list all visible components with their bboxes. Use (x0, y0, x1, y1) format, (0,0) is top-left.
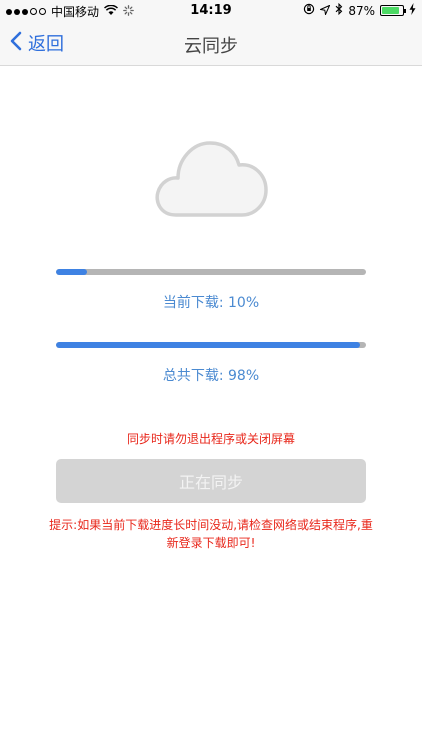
status-right: 87% (303, 2, 416, 18)
sync-warning-text: 同步时请勿退出程序或关闭屏幕 (126, 432, 295, 446)
total-download-progress-fill (56, 342, 360, 348)
status-bar: 中国移动 14:19 87% (0, 0, 422, 22)
battery-icon (380, 5, 406, 16)
charging-icon (409, 3, 416, 18)
cloud-icon (150, 135, 272, 220)
current-download-progress-bar (56, 269, 366, 275)
bluetooth-icon (335, 2, 343, 18)
tip-text: 提示:如果当前下载进度长时间没动,请检查网络或结束程序,重新登录下载即可! (49, 518, 373, 550)
navigation-bar: 返回 云同步 (0, 22, 422, 66)
current-download-label: 当前下载: 10% (162, 295, 260, 311)
current-download-progress-fill (56, 269, 87, 275)
total-download-progress-bar (56, 342, 366, 348)
orientation-lock-icon (303, 3, 315, 18)
page-title: 云同步 (184, 36, 238, 57)
total-download-label: 总共下载: 98% (162, 368, 260, 384)
battery-percent: 87% (348, 3, 375, 18)
battery-level-fill (382, 7, 400, 14)
location-icon (319, 4, 331, 18)
syncing-button-label: 正在同步 (178, 473, 243, 492)
syncing-button[interactable]: 正在同步 (56, 459, 366, 503)
